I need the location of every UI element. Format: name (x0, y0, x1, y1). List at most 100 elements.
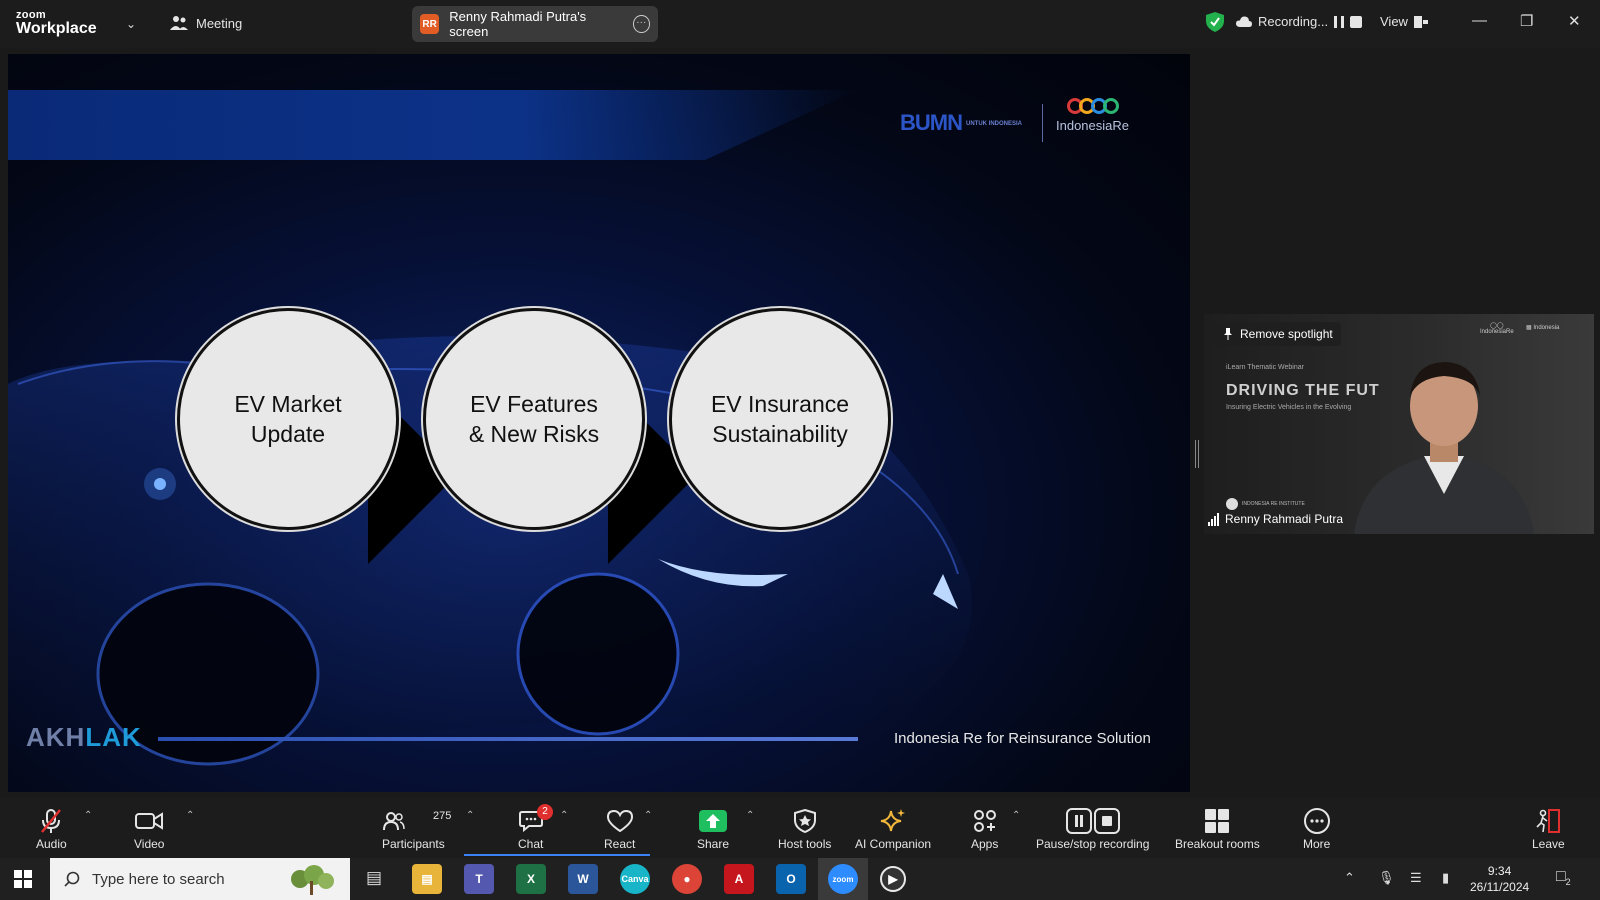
more-button[interactable]: More (1303, 808, 1330, 851)
apps-label: Apps (971, 837, 999, 851)
audio-label: Audio (36, 837, 67, 851)
chrome-icon[interactable]: ● (672, 864, 702, 894)
screen-share-pill[interactable]: RR Renny Rahmadi Putra's screen ··· (412, 6, 658, 42)
leave-label: Leave (1532, 837, 1565, 851)
breakout-rooms-button[interactable]: Breakout rooms (1175, 808, 1260, 851)
panel-resize-handle[interactable] (1195, 440, 1199, 468)
share-options-chevron-icon[interactable]: ⌃ (746, 810, 754, 821)
taskbar-clock[interactable]: 9:34 26/11/2024 (1470, 863, 1529, 895)
breakout-rooms-label: Breakout rooms (1175, 837, 1260, 851)
breakout-rooms-icon (1205, 809, 1230, 833)
tray-wifi-icon[interactable]: ☰ (1410, 870, 1422, 886)
leave-button[interactable]: Leave (1532, 808, 1565, 851)
ai-sparkle-icon (880, 809, 906, 832)
share-button[interactable]: Share (697, 808, 729, 851)
participants-icon (383, 812, 406, 831)
video-backdrop-logo2: ▦ Indonesia (1526, 325, 1560, 331)
taskbar-search-box[interactable]: Type here to search (50, 858, 350, 900)
video-button[interactable]: Video (134, 808, 164, 851)
tray-overflow-chevron-icon[interactable]: ⌃ (1344, 870, 1355, 886)
pause-stop-recording-label: Pause/stop recording (1036, 837, 1150, 851)
leave-door-icon (1536, 809, 1561, 833)
video-backdrop-logo: ◯◯ IndonesiaRe (1480, 323, 1514, 335)
video-backdrop-institute: INDONESIA RE INSTITUTE (1226, 498, 1305, 510)
remove-spotlight-button[interactable]: Remove spotlight (1214, 322, 1341, 346)
react-options-chevron-icon[interactable]: ⌃ (644, 810, 652, 821)
tray-microphone-icon[interactable]: 🎙 (1378, 870, 1395, 886)
agenda-circle-ev-features: EV Features & New Risks (423, 308, 645, 530)
meeting-menu[interactable]: Meeting (170, 15, 242, 31)
chevron-down-icon[interactable]: ⌄ (126, 17, 136, 31)
host-shield-icon (793, 809, 816, 833)
agenda-circle-label: EV Features & New Risks (468, 391, 600, 447)
screen-share-label: Renny Rahmadi Putra's screen (449, 9, 587, 39)
canva-icon[interactable]: Canva (620, 864, 650, 894)
akhlak-logo-b: LAK (85, 722, 142, 752)
teams-icon[interactable]: T (464, 864, 494, 894)
search-highlight-illustration (291, 865, 334, 895)
acrobat-icon[interactable]: A (724, 864, 754, 894)
remove-spotlight-label: Remove spotlight (1240, 327, 1333, 341)
shared-screen-slide: BUMN UNTUK INDONESIA IndonesiaRe EV Marke… (8, 54, 1190, 792)
more-label: More (1303, 837, 1331, 851)
pause-stop-recording-button[interactable]: Pause/stop recording (1036, 808, 1149, 851)
heart-reaction-icon (606, 810, 633, 832)
video-backdrop-line: Insuring Electric Vehicles in the Evolvi… (1226, 404, 1352, 411)
more-options-icon[interactable]: ··· (632, 15, 650, 33)
react-button[interactable]: React (604, 808, 635, 851)
participant-video-feed (1354, 362, 1534, 534)
pin-icon (1224, 328, 1232, 340)
pause-recording-icon[interactable] (1334, 15, 1345, 28)
microphone-muted-icon (41, 809, 62, 833)
presenter-avatar: RR (420, 14, 440, 34)
stop-recording-icon[interactable] (1350, 15, 1363, 28)
slide-tagline: Indonesia Re for Reinsurance Solution (894, 730, 1151, 747)
recording-indicator: Recording... (1236, 14, 1363, 29)
encryption-shield-icon[interactable] (1206, 12, 1224, 32)
view-label: View (1380, 14, 1408, 29)
agenda-circle-ev-market-update: EV Market Update (177, 308, 399, 530)
participant-video-tile[interactable]: iLearn Thematic Webinar DRIVING THE FUT … (1204, 314, 1594, 534)
notification-center-icon[interactable]: □2 (1556, 868, 1571, 887)
meeting-label: Meeting (196, 15, 243, 31)
agenda-circle-ev-insurance: EV Insurance Sustainability (669, 308, 891, 530)
chat-unread-badge: 2 (537, 804, 553, 820)
audio-options-chevron-icon[interactable]: ⌃ (84, 810, 92, 821)
recording-label: Recording... (1258, 14, 1329, 29)
brand-bottom: Workplace (16, 20, 97, 37)
file-explorer-icon[interactable]: ▤ (412, 864, 442, 894)
view-button[interactable]: View (1380, 14, 1428, 29)
ai-companion-label: AI Companion (855, 837, 932, 851)
apps-options-chevron-icon[interactable]: ⌃ (1012, 810, 1020, 821)
windows-taskbar: Type here to search ▤ ▤ T X W Canva ● A … (0, 858, 1600, 900)
active-tab-underline (464, 854, 650, 856)
ai-companion-button[interactable]: AI Companion (855, 808, 931, 851)
windows-start-icon[interactable] (14, 870, 32, 888)
video-options-chevron-icon[interactable]: ⌃ (186, 810, 194, 821)
outlook-icon[interactable]: O (776, 864, 806, 894)
zoom-workplace-logo[interactable]: zoom Workplace (16, 10, 97, 37)
task-view-icon[interactable]: ▤ (366, 868, 382, 888)
host-tools-button[interactable]: Host tools (778, 808, 831, 851)
media-player-icon[interactable]: ▶ (880, 866, 906, 892)
close-icon[interactable]: ✕ (1568, 12, 1581, 30)
chat-options-chevron-icon[interactable]: ⌃ (560, 810, 568, 821)
apps-button[interactable]: Apps (971, 808, 998, 851)
chat-label: Chat (518, 837, 544, 851)
akhlak-logo-a: AKH (26, 722, 86, 752)
view-layout-icon (1413, 15, 1428, 28)
more-ellipsis-icon (1303, 808, 1330, 834)
minimize-icon[interactable]: — (1472, 12, 1487, 29)
tray-battery-icon[interactable]: ▮ (1442, 870, 1449, 886)
share-screen-icon (699, 810, 728, 832)
participants-options-chevron-icon[interactable]: ⌃ (466, 810, 474, 821)
audio-button[interactable]: Audio (36, 808, 67, 851)
restore-icon[interactable]: ❐ (1520, 12, 1533, 30)
participants-label: Participants (382, 837, 445, 851)
share-label: Share (697, 837, 730, 851)
excel-icon[interactable]: X (516, 864, 546, 894)
zoom-app-icon[interactable]: zoom (828, 864, 858, 894)
word-icon[interactable]: W (568, 864, 598, 894)
search-icon (64, 871, 80, 887)
video-backdrop-subtitle: iLearn Thematic Webinar (1226, 364, 1304, 371)
